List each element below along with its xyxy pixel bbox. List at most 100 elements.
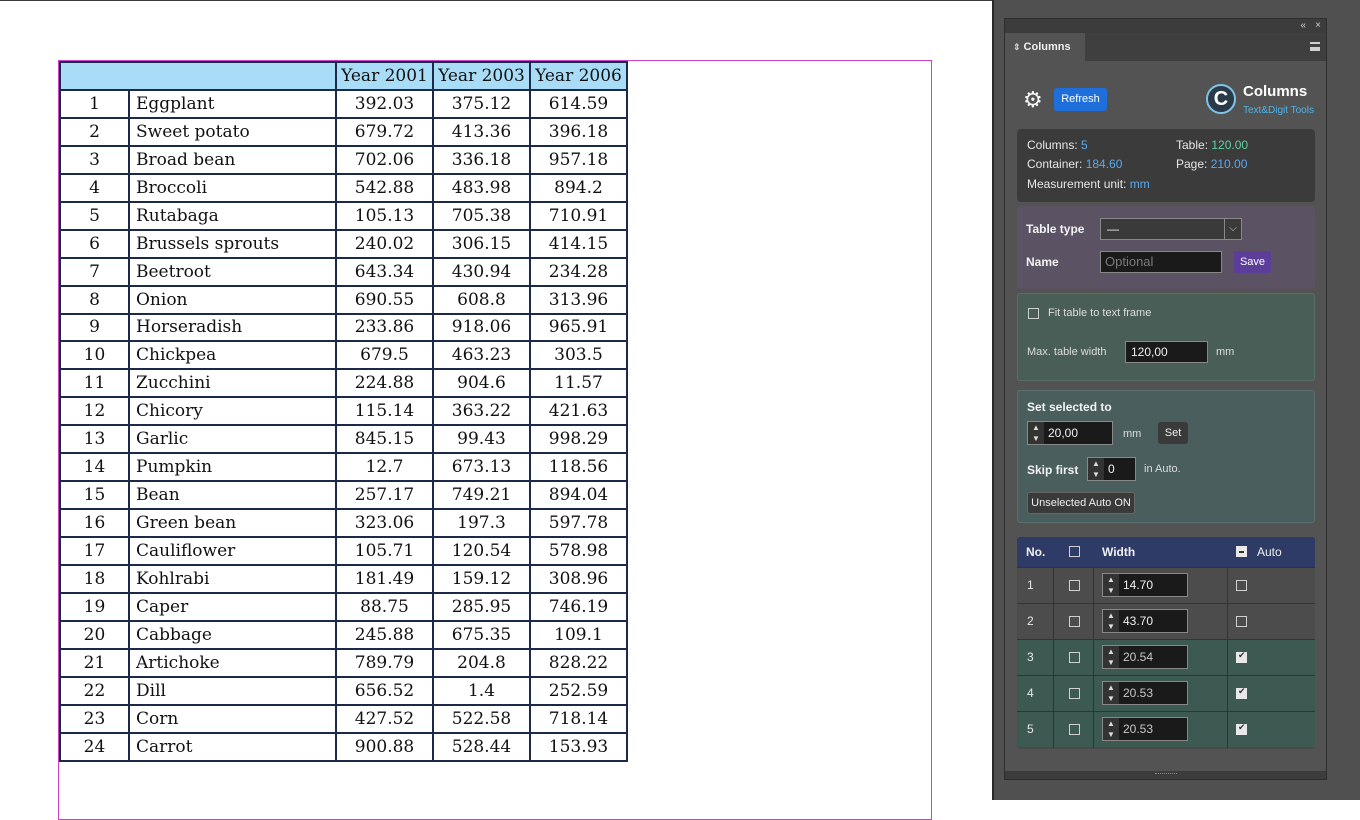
value-2003[interactable]: 336.18 — [432, 144, 531, 175]
value-2001[interactable]: 323.06 — [335, 508, 434, 538]
value-2003[interactable]: 99.43 — [432, 424, 531, 455]
value-2006[interactable]: 828.22 — [529, 647, 628, 678]
row-number[interactable]: 15 — [59, 480, 130, 511]
resize-grip-icon[interactable] — [1155, 773, 1177, 776]
value-2006[interactable]: 313.96 — [529, 284, 628, 315]
value-2006[interactable]: 614.59 — [529, 89, 628, 119]
table-row[interactable]: 19 Caper 88.75 285.95 746.19 — [59, 591, 628, 622]
value-2001[interactable]: 690.55 — [335, 284, 434, 315]
table-row[interactable]: 6 Brussels sprouts 240.02 306.15 414.15 — [59, 228, 628, 259]
panel-title-bar[interactable]: « × — [1005, 19, 1326, 33]
value-2001[interactable]: 392.03 — [335, 89, 434, 119]
table-row[interactable]: 12 Chicory 115.14 363.22 421.63 — [59, 396, 628, 427]
table-row[interactable]: 23 Corn 427.52 522.58 718.14 — [59, 703, 628, 734]
vegetable-name[interactable]: Carrot — [128, 731, 337, 762]
value-2001[interactable]: 240.02 — [335, 228, 434, 259]
value-2003[interactable]: 413.36 — [432, 116, 531, 147]
table-row[interactable]: 2 Sweet potato 679.72 413.36 396.18 — [59, 116, 628, 147]
vegetable-name[interactable]: Eggplant — [128, 89, 337, 119]
value-2006[interactable]: 597.78 — [529, 508, 628, 538]
table-row[interactable]: 5 Rutabaga 105.13 705.38 710.91 — [59, 200, 628, 231]
value-2001[interactable]: 224.88 — [335, 368, 434, 399]
vegetable-name[interactable]: Caper — [128, 591, 337, 622]
value-2006[interactable]: 252.59 — [529, 675, 628, 706]
vegetable-name[interactable]: Dill — [128, 675, 337, 706]
skip-first-stepper[interactable]: ▲ ▼ 0 — [1087, 457, 1136, 481]
row-number[interactable]: 6 — [59, 228, 130, 259]
value-2003[interactable]: 430.94 — [432, 256, 531, 287]
vegetable-name[interactable]: Horseradish — [128, 312, 337, 343]
vegetable-name[interactable]: Chickpea — [128, 340, 337, 371]
table-row[interactable]: 14 Pumpkin 12.7 673.13 118.56 — [59, 452, 628, 483]
value-2001[interactable]: 88.75 — [335, 591, 434, 622]
row-number[interactable]: 24 — [59, 731, 130, 762]
fit-table-checkbox[interactable] — [1028, 308, 1039, 319]
max-width-input[interactable]: 120,00 — [1125, 341, 1208, 363]
value-2001[interactable]: 257.17 — [335, 480, 434, 511]
row-number[interactable]: 21 — [59, 647, 130, 678]
column-select-checkbox[interactable] — [1069, 616, 1080, 627]
column-auto-checkbox[interactable] — [1236, 650, 1247, 663]
tab-columns[interactable]: ⇕ Columns — [1005, 33, 1085, 61]
table-row[interactable]: 9 Horseradish 233.86 918.06 965.91 — [59, 312, 628, 343]
row-number[interactable]: 9 — [59, 312, 130, 343]
stepper-arrows-icon[interactable]: ▲ ▼ — [1028, 422, 1044, 444]
value-2006[interactable]: 118.56 — [529, 452, 628, 483]
row-number[interactable]: 16 — [59, 508, 130, 538]
value-2006[interactable]: 153.93 — [529, 731, 628, 762]
row-number[interactable]: 22 — [59, 675, 130, 706]
value-2006[interactable]: 957.18 — [529, 144, 628, 175]
value-2001[interactable]: 702.06 — [335, 144, 434, 175]
vegetable-name[interactable]: Artichoke — [128, 647, 337, 678]
stepper-arrows-icon[interactable]: ▲ ▼ — [1103, 646, 1119, 668]
table-row[interactable]: 16 Green bean 323.06 197.3 597.78 — [59, 508, 628, 538]
table-row[interactable]: 21 Artichoke 789.79 204.8 828.22 — [59, 647, 628, 678]
vegetable-name[interactable]: Chicory — [128, 396, 337, 427]
close-panel-icon[interactable]: × — [1315, 19, 1321, 33]
column-width-stepper[interactable]: ▲ ▼ 14.70 — [1102, 573, 1188, 597]
value-2006[interactable]: 11.57 — [529, 368, 628, 399]
select-all-checkbox[interactable] — [1069, 546, 1080, 557]
column-auto-checkbox[interactable] — [1236, 580, 1247, 591]
column-width-stepper[interactable]: ▲ ▼ 20.53 — [1102, 717, 1188, 741]
app-subtitle-link[interactable]: Text&Digit Tools — [1243, 105, 1314, 116]
column-width-stepper[interactable]: ▲ ▼ 20.54 — [1102, 645, 1188, 669]
table-row[interactable]: 8 Onion 690.55 608.8 313.96 — [59, 284, 628, 315]
row-number[interactable]: 19 — [59, 591, 130, 622]
vegetable-name[interactable]: Zucchini — [128, 368, 337, 399]
value-2006[interactable]: 998.29 — [529, 424, 628, 455]
column-row[interactable]: 1 ▲ ▼ 14.70 — [1017, 567, 1315, 604]
value-2006[interactable]: 710.91 — [529, 200, 628, 231]
vegetable-name[interactable]: Corn — [128, 703, 337, 734]
value-2003[interactable]: 483.98 — [432, 172, 531, 203]
vegetable-name[interactable]: Cabbage — [128, 619, 337, 650]
value-2003[interactable]: 904.6 — [432, 368, 531, 399]
table-row[interactable]: 13 Garlic 845.15 99.43 998.29 — [59, 424, 628, 455]
row-number[interactable]: 5 — [59, 200, 130, 231]
column-row[interactable]: 3 ▲ ▼ 20.54 — [1017, 639, 1315, 676]
value-2003[interactable]: 673.13 — [432, 452, 531, 483]
table-row[interactable]: 22 Dill 656.52 1.4 252.59 — [59, 675, 628, 706]
row-number[interactable]: 2 — [59, 116, 130, 147]
vegetable-name[interactable]: Pumpkin — [128, 452, 337, 483]
column-row[interactable]: 4 ▲ ▼ 20.53 — [1017, 675, 1315, 712]
value-2001[interactable]: 789.79 — [335, 647, 434, 678]
value-2003[interactable]: 705.38 — [432, 200, 531, 231]
value-2001[interactable]: 679.72 — [335, 116, 434, 147]
vegetable-name[interactable]: Kohlrabi — [128, 563, 337, 594]
value-2001[interactable]: 542.88 — [335, 172, 434, 203]
vegetable-name[interactable]: Beetroot — [128, 256, 337, 287]
set-width-stepper[interactable]: ▲ ▼ 20,00 — [1027, 421, 1113, 445]
vegetable-name[interactable]: Brussels sprouts — [128, 228, 337, 259]
row-number[interactable]: 13 — [59, 424, 130, 455]
column-auto-checkbox[interactable] — [1236, 686, 1247, 699]
vegetable-name[interactable]: Broccoli — [128, 172, 337, 203]
value-2001[interactable]: 656.52 — [335, 675, 434, 706]
table-row[interactable]: 10 Chickpea 679.5 463.23 303.5 — [59, 340, 628, 371]
value-2003[interactable]: 522.58 — [432, 703, 531, 734]
value-2001[interactable]: 115.14 — [335, 396, 434, 427]
stepper-arrows-icon[interactable]: ▲ ▼ — [1088, 458, 1104, 480]
vegetable-name[interactable]: Sweet potato — [128, 116, 337, 147]
table-row[interactable]: 3 Broad bean 702.06 336.18 957.18 — [59, 144, 628, 175]
value-2001[interactable]: 643.34 — [335, 256, 434, 287]
